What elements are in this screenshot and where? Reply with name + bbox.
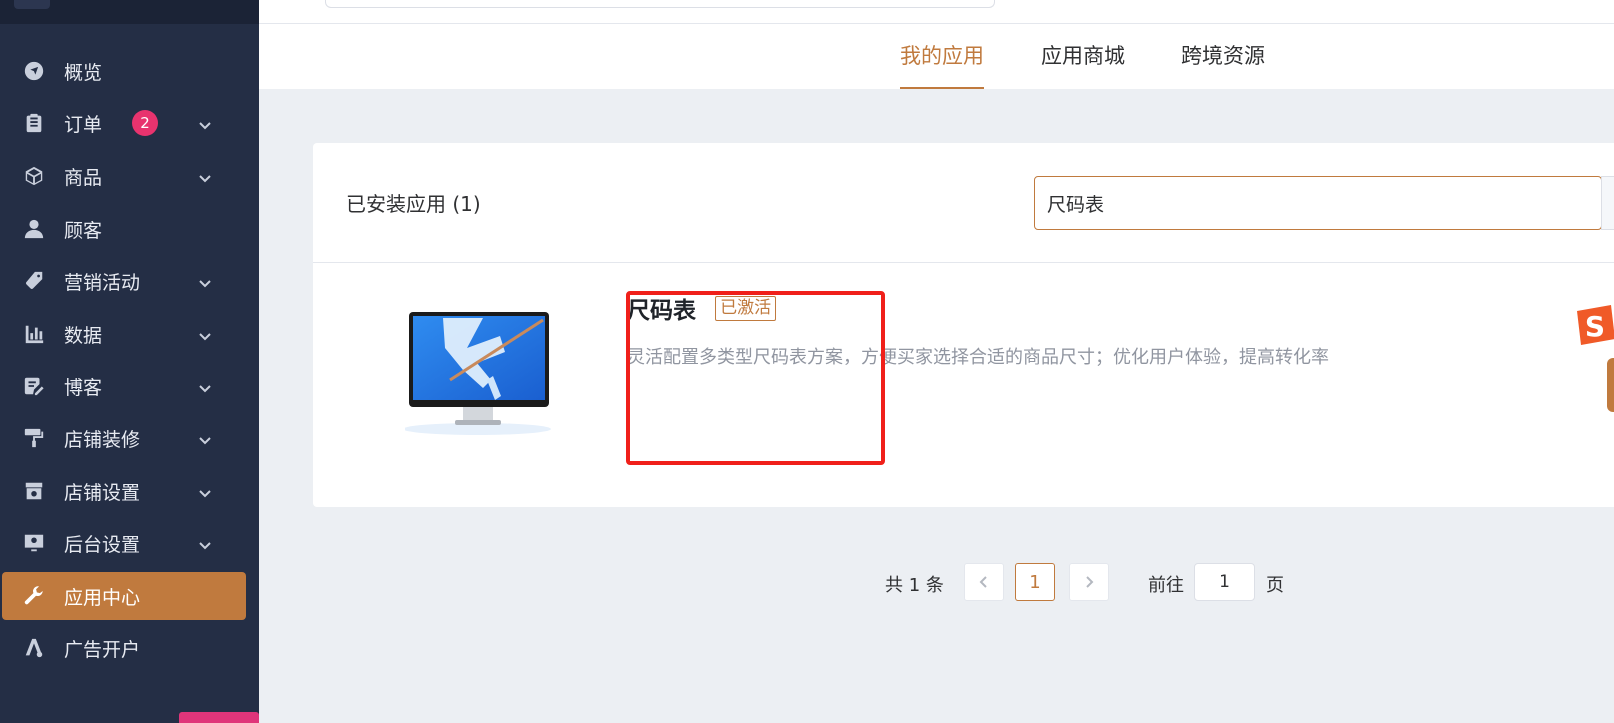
edit-document-icon	[22, 374, 46, 398]
app-name[interactable]: 尺码表	[627, 291, 696, 325]
sidebar-item-label: 店铺装修	[64, 428, 141, 451]
prev-page-button[interactable]	[964, 563, 1004, 601]
store-settings-icon	[22, 479, 46, 503]
sidebar-item-store-design[interactable]: 店铺装修	[2, 414, 246, 462]
sidebar-item-label: 博客	[64, 376, 103, 399]
chevron-down-icon	[198, 273, 212, 288]
goto-label: 前往	[1148, 575, 1184, 596]
goto-page-input[interactable]	[1194, 563, 1255, 601]
chevron-right-icon	[1086, 576, 1094, 588]
page-unit-label: 页	[1266, 575, 1284, 596]
tab-app-store[interactable]: 应用商城	[1041, 40, 1125, 89]
status-badge: 已激活	[715, 295, 777, 321]
tag-icon	[22, 269, 46, 293]
sidebar-item-label: 广告开户	[64, 638, 141, 661]
installed-apps-title: 已安装应用 (1)	[346, 192, 481, 216]
total-count: 共 1 条	[885, 575, 944, 596]
sidebar-item-customers[interactable]: 顾客	[2, 205, 246, 253]
sidebar-item-marketing[interactable]: 营销活动	[2, 257, 246, 305]
chevron-down-icon	[198, 115, 212, 130]
user-icon	[22, 217, 46, 241]
sidebar-item-overview[interactable]: 概览	[2, 47, 246, 95]
app-thumbnail-image[interactable]	[405, 308, 565, 438]
sidebar-item-label: 店铺设置	[64, 481, 141, 504]
sidebar-item-label: 订单	[64, 113, 103, 136]
app-search-input[interactable]	[1034, 176, 1602, 230]
sidebar-item-label: 后台设置	[64, 533, 141, 556]
ads-icon	[22, 636, 46, 660]
app-info: 尺码表 已激活 灵活配置多类型尺码表方案，方便买家选择合适的商品尺寸；优化用户体…	[627, 291, 1527, 371]
app-tabs: 我的应用 应用商城 跨境资源	[259, 24, 1614, 89]
sidebar-item-label: 数据	[64, 324, 103, 347]
next-page-button[interactable]	[1069, 563, 1109, 601]
sidebar-header	[0, 0, 259, 24]
global-search-input[interactable]	[325, 0, 995, 8]
monitor-settings-icon	[22, 531, 46, 555]
bar-chart-icon	[22, 322, 46, 346]
chevron-down-icon	[198, 378, 212, 393]
pagination: 共 1 条 1 前往 页	[0, 563, 1614, 603]
sidebar-item-admin-settings[interactable]: 后台设置	[2, 519, 246, 567]
card-header: 已安装应用 (1)	[313, 143, 1614, 263]
clipboard-icon	[22, 111, 46, 135]
sidebar-item-products[interactable]: 商品	[2, 152, 246, 200]
sidebar-item-label: 概览	[64, 61, 103, 84]
sidebar: 概览 订单 2 商品 顾客 营销活动 数据 博客 店铺装修 店铺设置 后台设置 …	[0, 0, 259, 723]
chevron-down-icon	[198, 535, 212, 550]
sogou-input-icon[interactable]: S	[1571, 303, 1614, 349]
sidebar-item-label: 顾客	[64, 219, 103, 242]
search-button[interactable]	[1601, 176, 1614, 230]
chevron-left-icon	[979, 576, 987, 588]
sidebar-item-ads[interactable]: 广告开户	[2, 624, 246, 672]
navigation-arrow-icon	[22, 59, 46, 83]
sidebar-item-label: 营销活动	[64, 271, 141, 294]
page-number-current[interactable]: 1	[1015, 563, 1055, 601]
app-description: 灵活配置多类型尺码表方案，方便买家选择合适的商品尺寸；优化用户体验，提高转化率	[627, 347, 1329, 368]
sidebar-item-orders[interactable]: 订单 2	[2, 99, 246, 147]
svg-text:S: S	[1585, 310, 1605, 343]
sidebar-item-data[interactable]: 数据	[2, 310, 246, 358]
promo-tab[interactable]	[179, 712, 259, 723]
sidebar-item-blog[interactable]: 博客	[2, 362, 246, 410]
paint-roller-icon	[22, 426, 46, 450]
logo[interactable]	[14, 0, 50, 9]
side-panel-handle[interactable]	[1607, 358, 1614, 412]
chevron-down-icon	[198, 430, 212, 445]
installed-apps-card: 已安装应用 (1) 尺码表 已激活 灵活配置多类型尺码表方案，方便买家选择合适的…	[313, 143, 1614, 507]
chevron-down-icon	[198, 168, 212, 183]
package-box-icon	[22, 164, 46, 188]
sidebar-item-label: 商品	[64, 166, 103, 189]
chevron-down-icon	[198, 483, 212, 498]
chevron-down-icon	[198, 326, 212, 341]
tab-cross-border-resources[interactable]: 跨境资源	[1181, 40, 1265, 89]
sidebar-item-store-settings[interactable]: 店铺设置	[2, 467, 246, 515]
top-header	[259, 0, 1614, 24]
order-count-badge: 2	[132, 110, 159, 136]
tab-my-apps[interactable]: 我的应用	[900, 40, 984, 89]
